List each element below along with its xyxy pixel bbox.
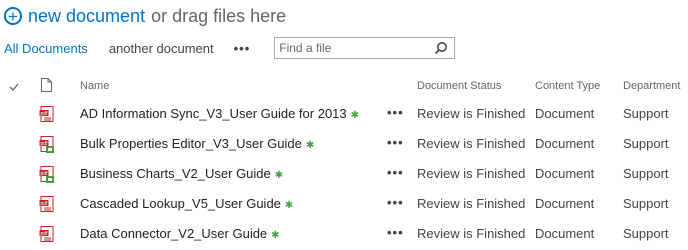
pdf-file-icon: pdf [39, 196, 54, 212]
pdf-exe-file-icon: pdf [39, 136, 54, 153]
document-name-link[interactable]: Business Charts_V2_User Guide ✱ [80, 166, 283, 181]
item-menu-button[interactable]: ••• [387, 195, 404, 210]
drag-files-text: or drag files here [151, 5, 287, 26]
new-item-icon: ✱ [271, 230, 280, 241]
pdf-file-icon: pdf [39, 226, 54, 242]
document-name: Business Charts_V2_User Guide [80, 166, 271, 181]
item-menu-button[interactable]: ••• [387, 135, 404, 150]
document-status: Review is Finished [417, 106, 526, 121]
item-menu-button[interactable]: ••• [387, 105, 404, 120]
new-item-icon: ✱ [305, 140, 315, 151]
pdf-exe-file-icon: pdf [39, 166, 54, 183]
document-status: Review is Finished [417, 196, 526, 211]
content-type: Document [535, 196, 595, 211]
more-views-button[interactable]: ••• [234, 41, 251, 56]
column-department[interactable]: Department [623, 80, 680, 92]
document-name: AD Information Sync_V3_User Guide for 20… [80, 106, 347, 121]
search-icon[interactable] [434, 41, 448, 55]
view-another-document[interactable]: another document [109, 41, 214, 56]
document-name: Cascaded Lookup_V5_User Guide [80, 196, 281, 211]
table-row[interactable]: pdf AD Information Sync_V3_User Guide fo… [0, 100, 688, 130]
svg-text:pdf: pdf [41, 111, 49, 117]
document-name: Bulk Properties Editor_V3_User Guide [80, 136, 302, 151]
document-name-link[interactable]: Cascaded Lookup_V5_User Guide ✱ [80, 196, 293, 211]
table-row[interactable]: pdf Cascaded Lookup_V5_User Guide ✱ ••• R… [0, 190, 688, 220]
department: Support [623, 106, 669, 121]
document-name: Data Connector_V2_User Guide [80, 226, 268, 241]
column-content-type[interactable]: Content Type [535, 80, 600, 92]
column-name[interactable]: Name [80, 80, 109, 92]
svg-text:pdf: pdf [41, 201, 49, 207]
new-item-icon: ✱ [274, 170, 284, 181]
search-box [274, 37, 456, 59]
item-menu-button[interactable]: ••• [387, 165, 404, 180]
document-name-link[interactable]: Bulk Properties Editor_V3_User Guide ✱ [80, 136, 314, 151]
document-status: Review is Finished [417, 136, 526, 151]
file-type-icon [41, 78, 52, 92]
view-all-documents[interactable]: All Documents [4, 41, 88, 56]
new-item-icon: ✱ [350, 110, 360, 121]
plus-circle-icon: + [4, 7, 22, 25]
column-document-status[interactable]: Document Status [417, 80, 501, 92]
view-bar: All Documents another document ••• [4, 37, 456, 59]
new-document-link[interactable]: + new document or drag files here [4, 3, 286, 29]
new-item-icon: ✱ [284, 200, 294, 211]
document-name-link[interactable]: Data Connector_V2_User Guide ✱ [80, 226, 280, 241]
table-row[interactable]: pdf Business Charts_V2_User Guide ✱ ••• R… [0, 160, 688, 190]
svg-text:pdf: pdf [41, 231, 49, 237]
pdf-file-icon: pdf [39, 106, 54, 122]
select-all-checkmark-icon[interactable] [9, 83, 19, 91]
department: Support [623, 136, 669, 151]
search-input[interactable] [279, 40, 430, 56]
content-type: Document [535, 166, 595, 181]
content-type: Document [535, 226, 595, 241]
department: Support [623, 226, 669, 241]
table-row[interactable]: pdf Bulk Properties Editor_V3_User Guide… [0, 130, 688, 160]
department: Support [623, 166, 669, 181]
content-type: Document [535, 136, 595, 151]
content-type: Document [535, 106, 595, 121]
column-header-row: Name Document Status Content Type Depart… [0, 78, 688, 96]
document-name-link[interactable]: AD Information Sync_V3_User Guide for 20… [80, 106, 359, 121]
document-status: Review is Finished [417, 166, 526, 181]
table-row[interactable]: pdf Data Connector_V2_User Guide ✱ ••• Re… [0, 220, 688, 250]
document-status: Review is Finished [417, 226, 526, 241]
new-document-label: new document [28, 5, 146, 26]
item-menu-button[interactable]: ••• [387, 225, 404, 240]
department: Support [623, 196, 669, 211]
